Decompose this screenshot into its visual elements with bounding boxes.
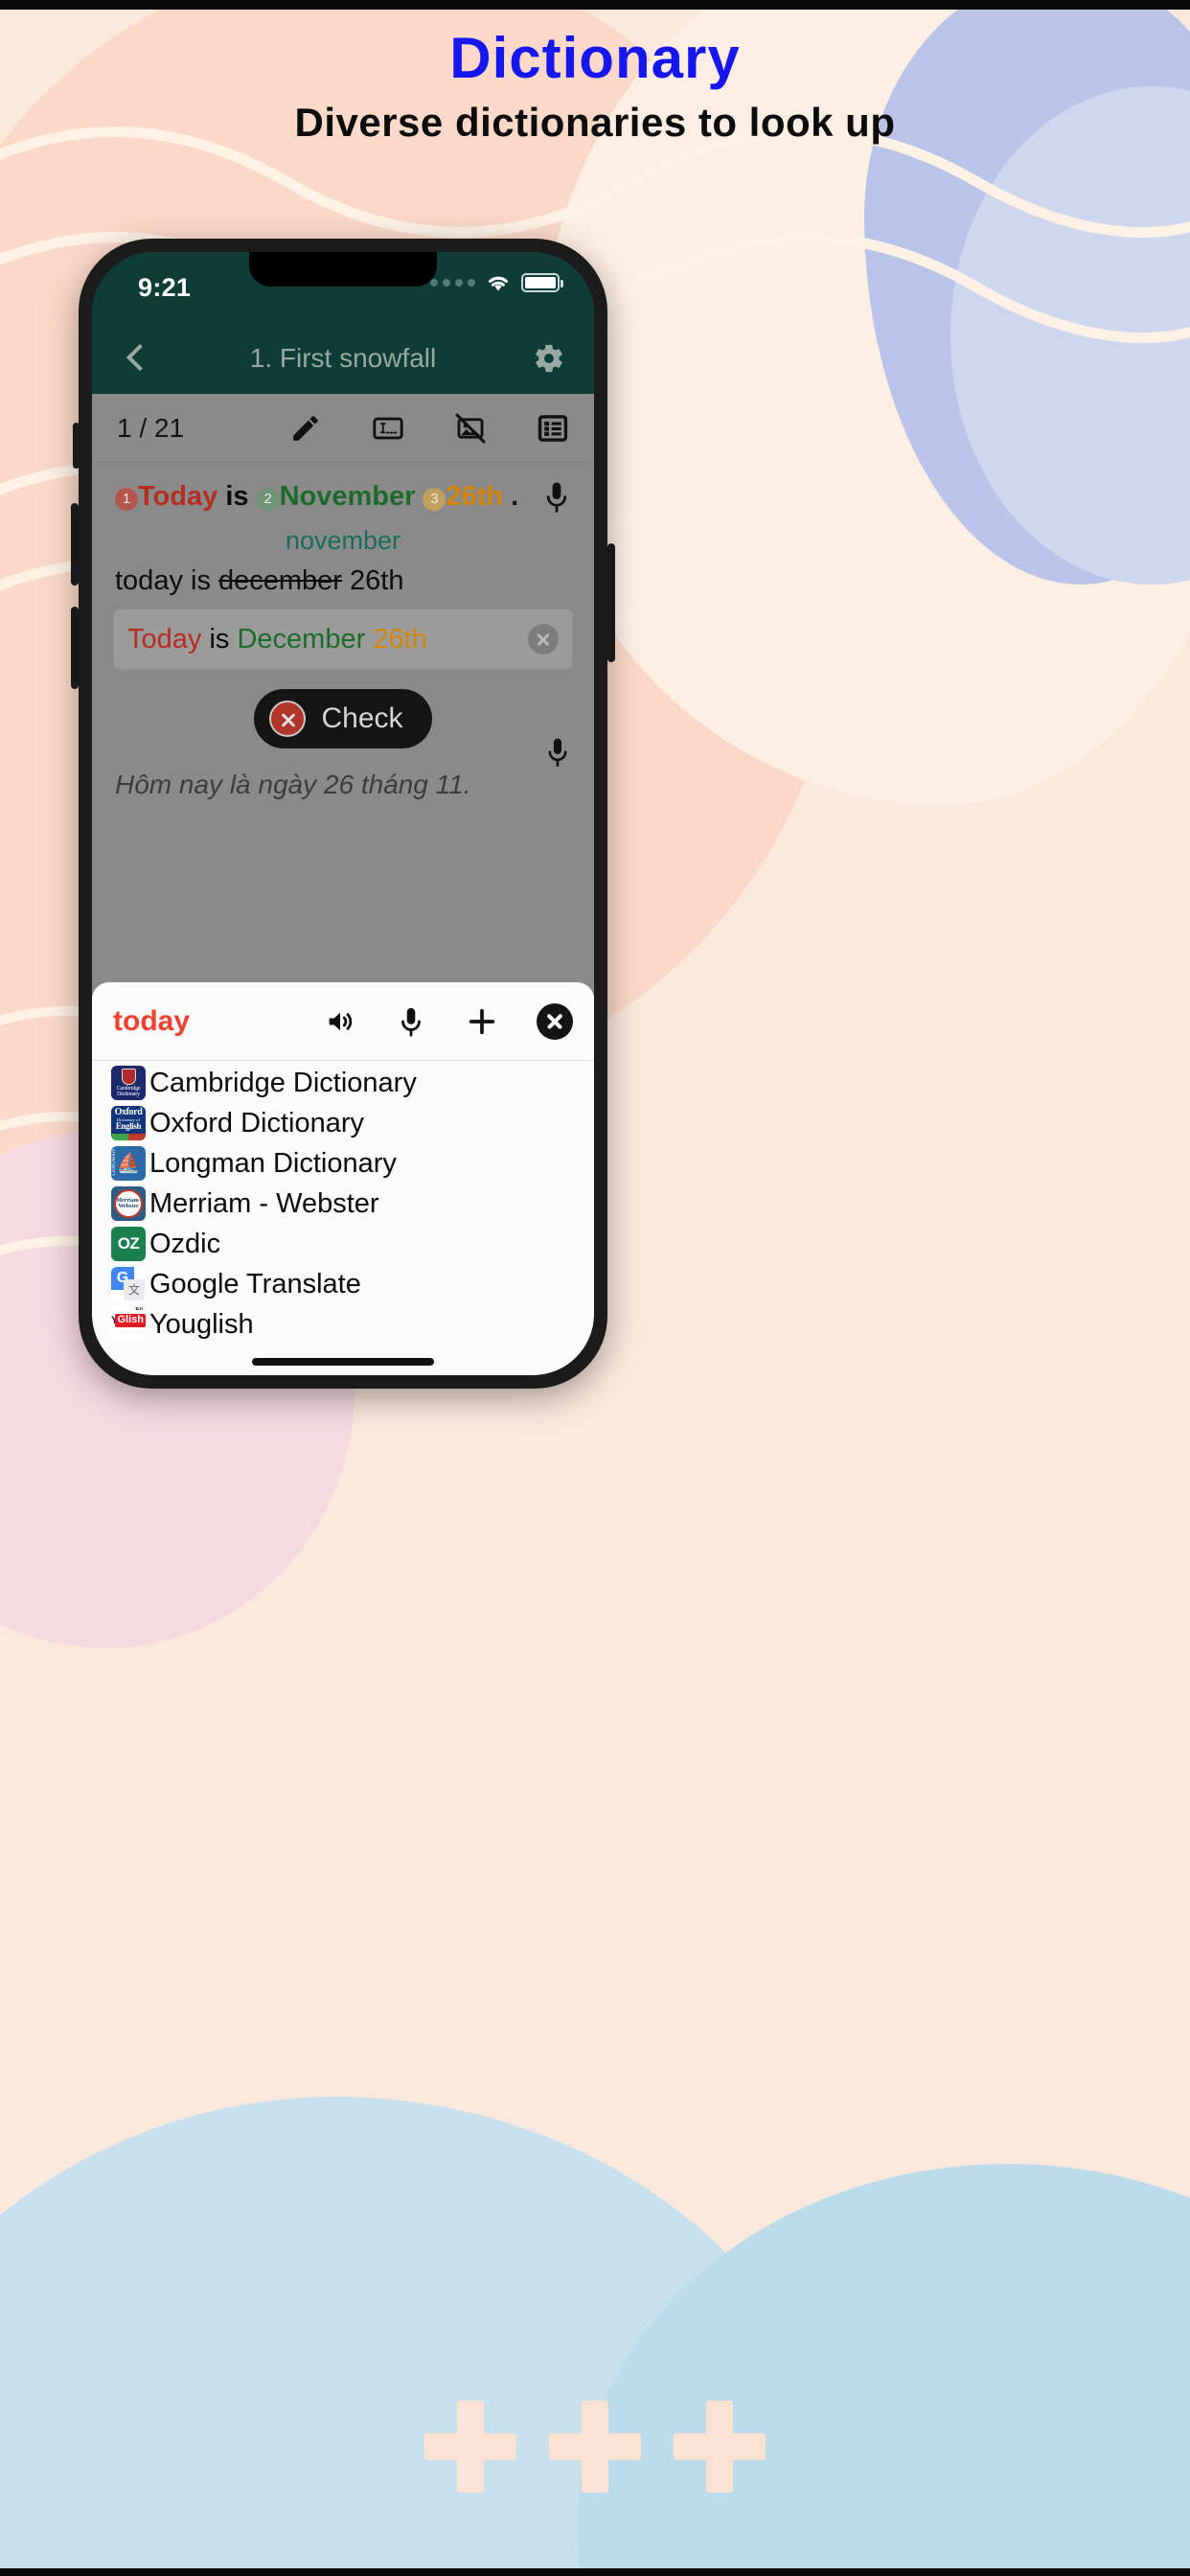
dictionary-name: Oxford Dictionary xyxy=(149,1107,365,1138)
clear-circle-icon[interactable] xyxy=(528,624,559,655)
list-item[interactable]: Yu En Glish Youglish xyxy=(92,1304,594,1345)
prompt-token[interactable]: is xyxy=(225,481,248,512)
dictionary-header: today xyxy=(92,982,594,1061)
plus-icon xyxy=(674,2401,766,2493)
check-button-label: Check xyxy=(321,702,403,734)
prompt-period: . xyxy=(511,481,519,512)
status-bar: 9:21 xyxy=(92,252,594,323)
attempt-strikethrough-word: december xyxy=(218,565,342,596)
dictionary-name: Google Translate xyxy=(149,1268,361,1300)
prompt-token[interactable]: November xyxy=(280,481,416,512)
answer-token: Today xyxy=(127,623,202,655)
answer-token: December xyxy=(237,623,366,655)
home-indicator xyxy=(252,1358,434,1366)
plus-icon xyxy=(549,2401,641,2493)
token-badge: 2 xyxy=(256,488,280,511)
answer-token: is xyxy=(209,623,230,655)
lesson-toolbar: 1 / 21 xyxy=(92,394,594,463)
microphone-icon[interactable] xyxy=(542,480,571,518)
plus-icon[interactable] xyxy=(466,1005,498,1038)
dictionary-name: Merriam - Webster xyxy=(149,1187,379,1219)
attempt-prefix: today is xyxy=(115,565,218,596)
lookup-word: today xyxy=(113,1004,191,1037)
prompt-token[interactable]: 26th xyxy=(446,481,503,512)
list-item[interactable]: OZ Ozdic xyxy=(92,1224,594,1264)
youglish-icon: Yu En Glish xyxy=(111,1307,146,1342)
pencil-icon[interactable] xyxy=(289,412,322,445)
longman-dictionary-icon: LONGMAN ⛵ xyxy=(111,1146,146,1181)
chevron-left-icon[interactable] xyxy=(121,344,149,373)
oxford-dictionary-icon: Oxford Dictionary of English xyxy=(111,1106,146,1140)
list-item[interactable]: G 文 Google Translate xyxy=(92,1264,594,1304)
image-off-icon[interactable] xyxy=(454,412,487,445)
error-circle-icon xyxy=(269,701,307,737)
signal-dots-icon xyxy=(430,279,475,287)
status-time: 9:21 xyxy=(138,273,192,302)
phone-screen: 9:21 1. First snowfall 1 / 21 1 Today is… xyxy=(92,252,594,1375)
phone-mockup: 9:21 1. First snowfall 1 / 21 1 Today is… xyxy=(71,239,615,1389)
page-title: 1. First snowfall xyxy=(249,343,437,373)
power-button xyxy=(607,543,615,662)
prompt-sentence: 1 Today is 2 November 3 26th . xyxy=(115,478,542,516)
answer-token: 26th xyxy=(373,623,427,655)
plus-icon xyxy=(424,2401,516,2493)
app-bar: 1. First snowfall xyxy=(92,323,594,394)
speaker-icon[interactable] xyxy=(324,1005,356,1038)
answer-input[interactable]: Today is December 26th xyxy=(113,609,573,670)
dictionary-name: Longman Dictionary xyxy=(149,1147,397,1179)
list-icon[interactable] xyxy=(537,412,569,445)
answer-text: Today is December 26th xyxy=(127,624,528,656)
list-item[interactable]: Merriam- Webster Merriam - Webster xyxy=(92,1184,594,1224)
mute-switch xyxy=(73,423,80,469)
battery-full-icon xyxy=(521,273,563,292)
list-item[interactable]: Oxford Dictionary of English Oxford Dict… xyxy=(92,1103,594,1143)
display-notch xyxy=(249,252,437,287)
list-item[interactable]: Cambridge Dictionary Cambridge Dictionary xyxy=(92,1063,594,1103)
dictionary-name: Youglish xyxy=(149,1308,254,1340)
merriam-webster-icon: Merriam- Webster xyxy=(111,1186,146,1221)
text-field-icon[interactable] xyxy=(372,412,404,445)
hint-word: november xyxy=(285,526,401,555)
cambridge-dictionary-icon: Cambridge Dictionary xyxy=(111,1066,146,1100)
dictionary-name: Ozdic xyxy=(149,1228,221,1259)
plus-decoration-row xyxy=(0,2384,1190,2509)
wifi-icon xyxy=(489,276,508,291)
prompt-token[interactable]: Today xyxy=(138,481,217,512)
lesson-body: 1Today is 2November 326th . november xyxy=(92,463,594,1375)
promo-subtitle: Diverse dictionaries to look up xyxy=(294,100,896,145)
token-badge: 3 xyxy=(423,488,446,511)
microphone-icon[interactable] xyxy=(395,1005,427,1038)
microphone-icon[interactable] xyxy=(544,736,571,772)
google-translate-icon: G 文 xyxy=(111,1267,146,1301)
ozdic-icon: OZ xyxy=(111,1227,146,1261)
promo-screenshot: Dictionary Diverse dictionaries to look … xyxy=(0,0,1190,2576)
dictionary-name: Cambridge Dictionary xyxy=(149,1067,417,1098)
volume-down-button xyxy=(71,607,79,689)
gear-icon[interactable] xyxy=(533,342,565,375)
previous-attempt: today is december 26th xyxy=(92,556,594,597)
token-badge: 1 xyxy=(115,488,138,511)
promo-title: Dictionary xyxy=(449,26,741,90)
translation-text: Hôm nay là ngày 26 tháng 11. xyxy=(115,770,471,799)
dictionary-sheet: today Cambridge Dictionary Cambridge Dic… xyxy=(92,982,594,1375)
attempt-suffix: 26th xyxy=(341,565,404,596)
check-button[interactable]: Check xyxy=(254,689,432,748)
close-circle-icon[interactable] xyxy=(537,1002,573,1040)
dictionary-list: Cambridge Dictionary Cambridge Dictionary… xyxy=(92,1061,594,1375)
page-counter: 1 / 21 xyxy=(117,412,185,443)
list-item[interactable]: LONGMAN ⛵ Longman Dictionary xyxy=(92,1143,594,1184)
volume-up-button xyxy=(71,503,79,586)
